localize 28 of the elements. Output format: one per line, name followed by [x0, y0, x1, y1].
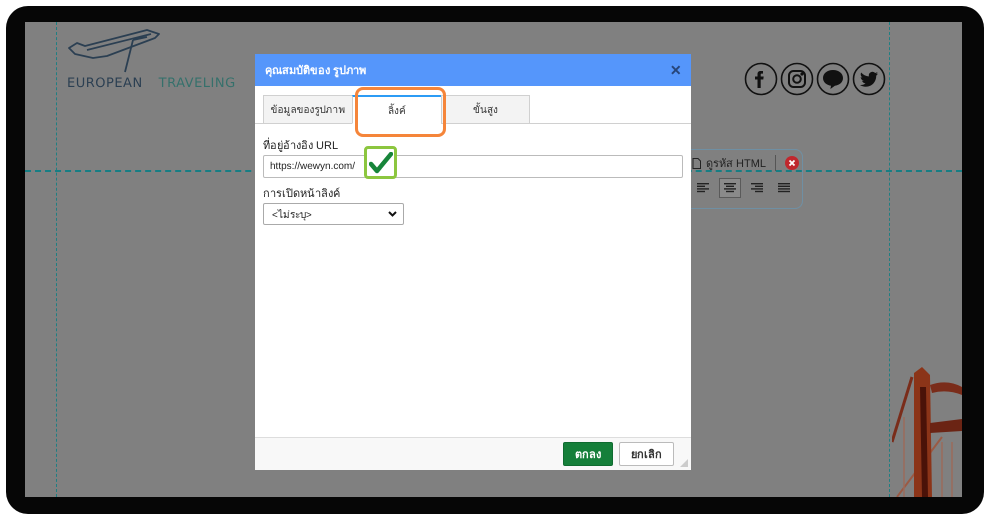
- chevron-down-icon: [388, 211, 397, 217]
- letter-f-icon[interactable]: [744, 62, 778, 96]
- view-html-button[interactable]: ดูรหัส HTML: [706, 154, 766, 172]
- logo-text: TRAVELING: [158, 76, 236, 91]
- document-icon[interactable]: [692, 158, 701, 168]
- tab[interactable]: ขั้นสูง: [441, 95, 530, 124]
- cancel-button[interactable]: ยกเลิก: [619, 442, 674, 466]
- checkmark-icon: [368, 152, 392, 174]
- airplane-logo-icon: [67, 28, 163, 74]
- tab[interactable]: ลิ้งค์: [352, 95, 441, 124]
- align-center-icon: [724, 183, 736, 193]
- camera-icon[interactable]: [780, 62, 814, 96]
- dialog-title: คุณสมบัติของ รูปภาพ: [265, 64, 366, 79]
- field-label: การเปิดหน้าลิงค์: [263, 186, 340, 202]
- tab[interactable]: ข้อมูลของรูปภาพ: [263, 95, 352, 124]
- align-button[interactable]: [719, 178, 741, 198]
- bird-icon[interactable]: [852, 62, 886, 96]
- url-field[interactable]: https://wewyn.com/: [263, 155, 683, 178]
- target-dropdown[interactable]: <ไม่ระบุ>: [263, 203, 404, 225]
- align-right-icon: [751, 183, 763, 193]
- ok-button[interactable]: ตกลง: [563, 442, 613, 466]
- close-icon[interactable]: [785, 156, 799, 170]
- logo-text: EUROPEAN: [67, 76, 143, 91]
- field-label: ที่อยู่อ้างอิง URL: [263, 136, 338, 154]
- align-left-icon: [697, 183, 709, 193]
- chat-bubble-icon[interactable]: [816, 62, 850, 96]
- resize-grip-icon[interactable]: [680, 459, 688, 467]
- align-justify-icon: [778, 183, 790, 193]
